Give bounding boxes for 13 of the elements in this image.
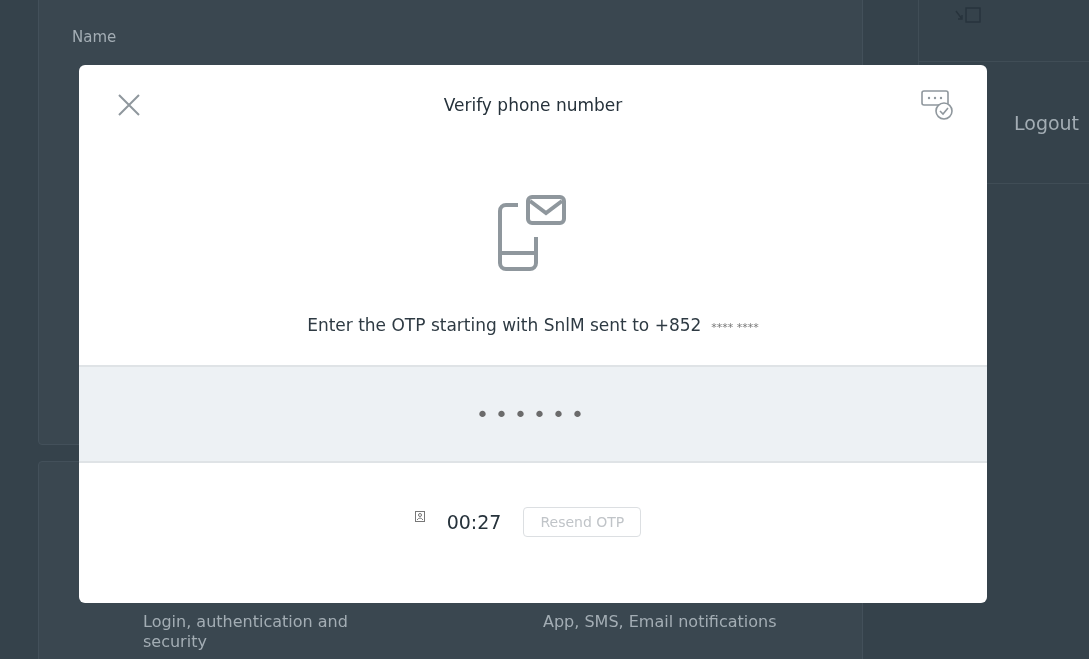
card-description: Login, authentication and security [143,612,349,653]
password-check-icon[interactable] [920,89,954,121]
otp-instruction: Enter the OTP starting with SnlM sent to +852 [307,315,702,335]
card-description: App, SMS, Email notifications [543,612,778,633]
logout-link[interactable]: Logout [1014,111,1080,134]
otp-input-field[interactable]: •••••• [79,365,987,463]
masked-phone-number: **** **** [711,321,759,334]
countdown-timer: 00:27 [446,511,502,533]
contact-card-icon [414,510,425,522]
dialog-title: Verify phone number [443,95,623,115]
field-label: Name [72,28,117,46]
close-icon[interactable] [117,93,141,117]
phone-message-icon [498,193,568,273]
